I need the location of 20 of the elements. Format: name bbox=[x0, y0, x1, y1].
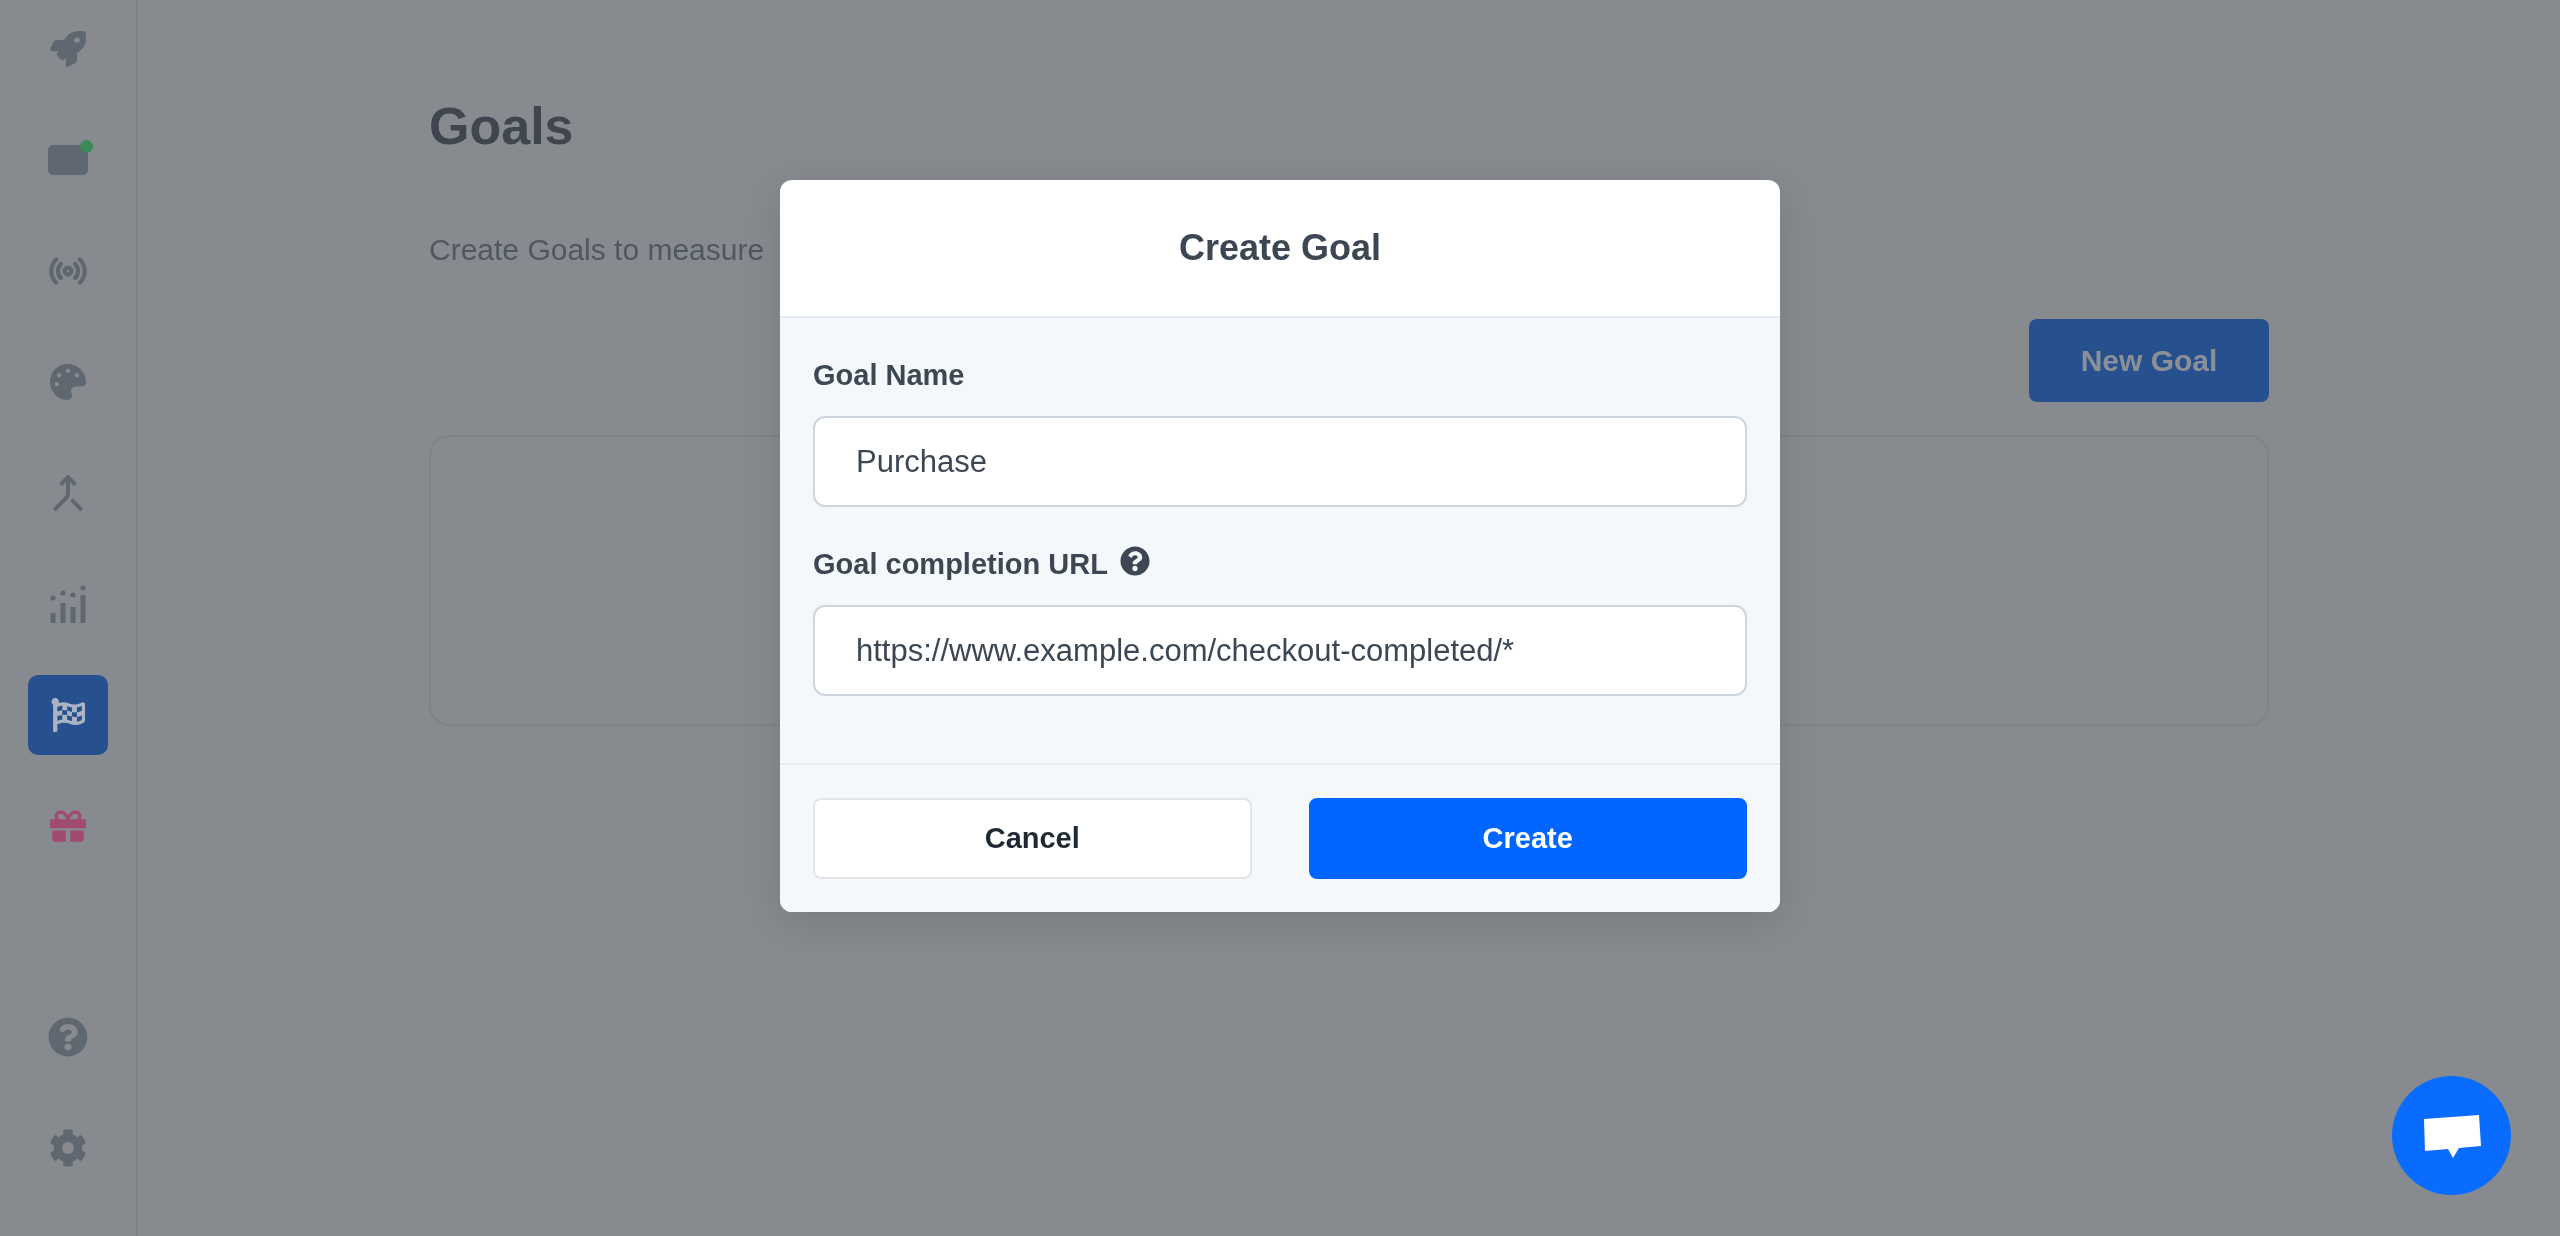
bar-chart-icon bbox=[50, 585, 86, 623]
cancel-button[interactable]: Cancel bbox=[813, 798, 1252, 879]
help-icon bbox=[48, 1017, 88, 1057]
palette-icon bbox=[50, 364, 86, 400]
card-icon bbox=[48, 145, 88, 175]
chat-bubble-icon bbox=[2422, 1113, 2481, 1158]
field-label: Goal Name bbox=[813, 358, 965, 392]
help-icon[interactable] bbox=[1119, 546, 1150, 576]
text-field[interactable]: https://www.example.com/checkout-completed/* bbox=[813, 605, 1747, 696]
sidebar-item[interactable] bbox=[28, 675, 108, 755]
field-label: Goal completion URL bbox=[813, 547, 1108, 581]
gift-icon bbox=[50, 808, 86, 844]
page-title: Goals bbox=[429, 96, 574, 157]
settings-icon bbox=[49, 1129, 87, 1167]
checkered-flag-icon bbox=[51, 698, 85, 732]
rocket-icon bbox=[50, 31, 86, 67]
text-field[interactable]: Purchase bbox=[813, 416, 1747, 507]
create-button[interactable]: Create bbox=[1308, 798, 1747, 879]
page-description: Create Goals to measure bbox=[429, 232, 765, 268]
dialog-title: Create Goal bbox=[1178, 226, 1382, 270]
